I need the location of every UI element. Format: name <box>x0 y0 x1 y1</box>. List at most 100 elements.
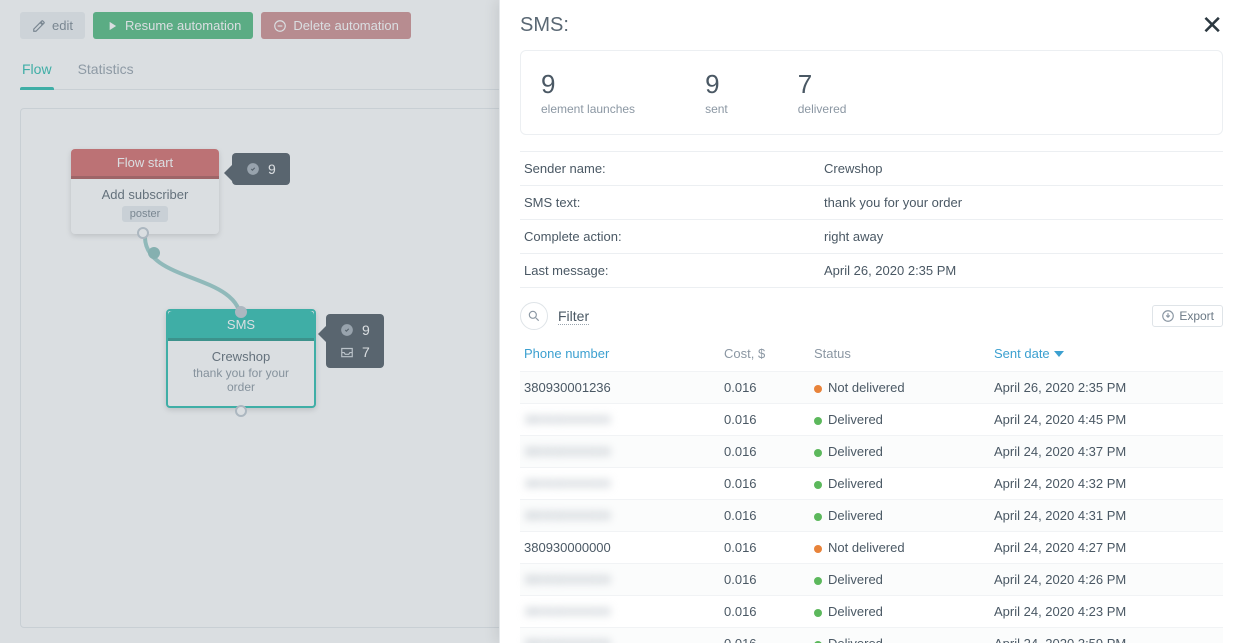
stat-value: 7 <box>798 69 847 100</box>
cell-cost: 0.016 <box>724 444 814 459</box>
status-text: Delivered <box>828 636 883 643</box>
stat-value: 9 <box>541 69 635 100</box>
stats-summary: 9 element launches 9 sent 7 delivered <box>520 50 1223 135</box>
cell-date: April 24, 2020 4:27 PM <box>994 540 1219 555</box>
meta-row-sender: Sender name: Crewshop <box>520 151 1223 186</box>
table-row[interactable]: 3809300000000.016DeliveredApril 24, 2020… <box>520 595 1223 627</box>
table-row[interactable]: 3809300000000.016 Delivered April 24, 2020… <box>520 499 1223 531</box>
close-icon[interactable]: ✕ <box>1201 12 1223 38</box>
cell-status: Not delivered <box>814 540 994 555</box>
col-cost[interactable]: Cost, $ <box>724 346 814 361</box>
table-row[interactable]: 3809300000000.016 Delivered April 24, 2020… <box>520 467 1223 499</box>
status-dot-icon <box>814 417 822 425</box>
status-text: Delivered <box>828 412 883 427</box>
cell-cost: 0.016 <box>724 476 814 491</box>
cell-status: Not delivered <box>814 380 994 395</box>
cell-date: April 24, 2020 4:31 PM <box>994 508 1219 523</box>
status-text: Not delivered <box>828 380 905 395</box>
stat-label: delivered <box>798 102 847 116</box>
table-row[interactable]: 3809300000000.016 Delivered April 24, 2020… <box>520 627 1223 643</box>
meta-val: Crewshop <box>824 161 883 176</box>
status-text: Not delivered <box>828 540 905 555</box>
stat-launches: 9 element launches <box>541 69 635 116</box>
cell-cost: 0.016 <box>724 380 814 395</box>
status-text: Delivered <box>828 444 883 459</box>
meta-val: right away <box>824 229 883 244</box>
meta-val: April 26, 2020 2:35 PM <box>824 263 956 278</box>
download-icon <box>1161 309 1175 323</box>
stat-sent: 9 sent <box>705 69 728 116</box>
cell-date: April 24, 2020 3:59 PM <box>994 636 1219 643</box>
meta-key: SMS text: <box>524 195 824 210</box>
search-icon <box>527 309 541 323</box>
meta-table: Sender name: Crewshop SMS text: thank yo… <box>520 151 1223 288</box>
status-text: Delivered <box>828 476 883 491</box>
cell-phone: 380930000000 <box>524 476 724 491</box>
meta-key: Last message: <box>524 263 824 278</box>
search-button[interactable] <box>520 302 548 330</box>
cell-status: Delivered <box>814 412 994 427</box>
stat-delivered: 7 delivered <box>798 69 847 116</box>
panel-title: SMS: <box>520 14 569 37</box>
modal-backdrop[interactable] <box>0 0 499 643</box>
meta-row-text: SMS text: thank you for your order <box>520 186 1223 220</box>
table-row[interactable]: 3809300000000.016DeliveredApril 24, 2020… <box>520 563 1223 595</box>
cell-cost: 0.016 <box>724 604 814 619</box>
meta-row-action: Complete action: right away <box>520 220 1223 254</box>
filter-link[interactable]: Filter <box>558 308 589 325</box>
table-row[interactable]: 3809300000000.016 Not delivered April 24, … <box>520 531 1223 563</box>
cell-date: April 24, 2020 4:26 PM <box>994 572 1219 587</box>
col-phone[interactable]: Phone number <box>524 346 724 361</box>
cell-cost: 0.016 <box>724 540 814 555</box>
cell-status: Delivered <box>814 444 994 459</box>
sms-log-table: Phone number Cost, $ Status Sent date 38… <box>520 340 1223 643</box>
cell-date: April 24, 2020 4:32 PM <box>994 476 1219 491</box>
col-status[interactable]: Status <box>814 346 994 361</box>
table-row[interactable]: 3809300000000.016 Delivered April 24, 2020… <box>520 403 1223 435</box>
status-dot-icon <box>814 449 822 457</box>
status-dot-icon <box>814 609 822 617</box>
status-dot-icon <box>814 481 822 489</box>
cell-date: April 24, 2020 4:45 PM <box>994 412 1219 427</box>
cell-phone: 380930000000 <box>524 540 724 555</box>
export-button-label: Export <box>1179 309 1214 323</box>
meta-key: Sender name: <box>524 161 824 176</box>
cell-cost: 0.016 <box>724 636 814 643</box>
export-button[interactable]: Export <box>1152 305 1223 327</box>
cell-phone: 380930000000 <box>524 508 724 523</box>
status-text: Delivered <box>828 572 883 587</box>
cell-date: April 24, 2020 4:37 PM <box>994 444 1219 459</box>
meta-row-lastmsg: Last message: April 26, 2020 2:35 PM <box>520 254 1223 288</box>
table-row[interactable]: 3809300000000.016 Delivered April 24, 2020… <box>520 435 1223 467</box>
status-dot-icon <box>814 385 822 393</box>
cell-phone: 380930000000 <box>524 412 724 427</box>
col-date-label: Sent date <box>994 346 1050 361</box>
sms-detail-panel: SMS: ✕ 9 element launches 9 sent 7 deliv… <box>499 0 1243 643</box>
cell-phone: 380930000000 <box>524 444 724 459</box>
stat-label: element launches <box>541 102 635 116</box>
status-text: Delivered <box>828 508 883 523</box>
sort-desc-icon <box>1054 351 1064 357</box>
cell-status: Delivered <box>814 476 994 491</box>
col-date[interactable]: Sent date <box>994 346 1219 361</box>
cell-status: Delivered <box>814 604 994 619</box>
cell-date: April 26, 2020 2:35 PM <box>994 380 1219 395</box>
cell-status: Delivered <box>814 636 994 643</box>
cell-cost: 0.016 <box>724 412 814 427</box>
table-row[interactable]: 3809300012360.016 Not delivered April 26, … <box>520 371 1223 403</box>
cell-cost: 0.016 <box>724 508 814 523</box>
cell-phone: 380930000000 <box>524 572 724 587</box>
stat-value: 9 <box>705 69 728 100</box>
cell-status: Delivered <box>814 508 994 523</box>
cell-status: Delivered <box>814 572 994 587</box>
stat-label: sent <box>705 102 728 116</box>
status-text: Delivered <box>828 604 883 619</box>
status-dot-icon <box>814 577 822 585</box>
cell-phone: 380930000000 <box>524 636 724 643</box>
filter-row: Filter Export <box>520 302 1223 330</box>
status-dot-icon <box>814 545 822 553</box>
meta-val: thank you for your order <box>824 195 962 210</box>
cell-phone: 380930001236 <box>524 380 724 395</box>
cell-phone: 380930000000 <box>524 604 724 619</box>
status-dot-icon <box>814 513 822 521</box>
